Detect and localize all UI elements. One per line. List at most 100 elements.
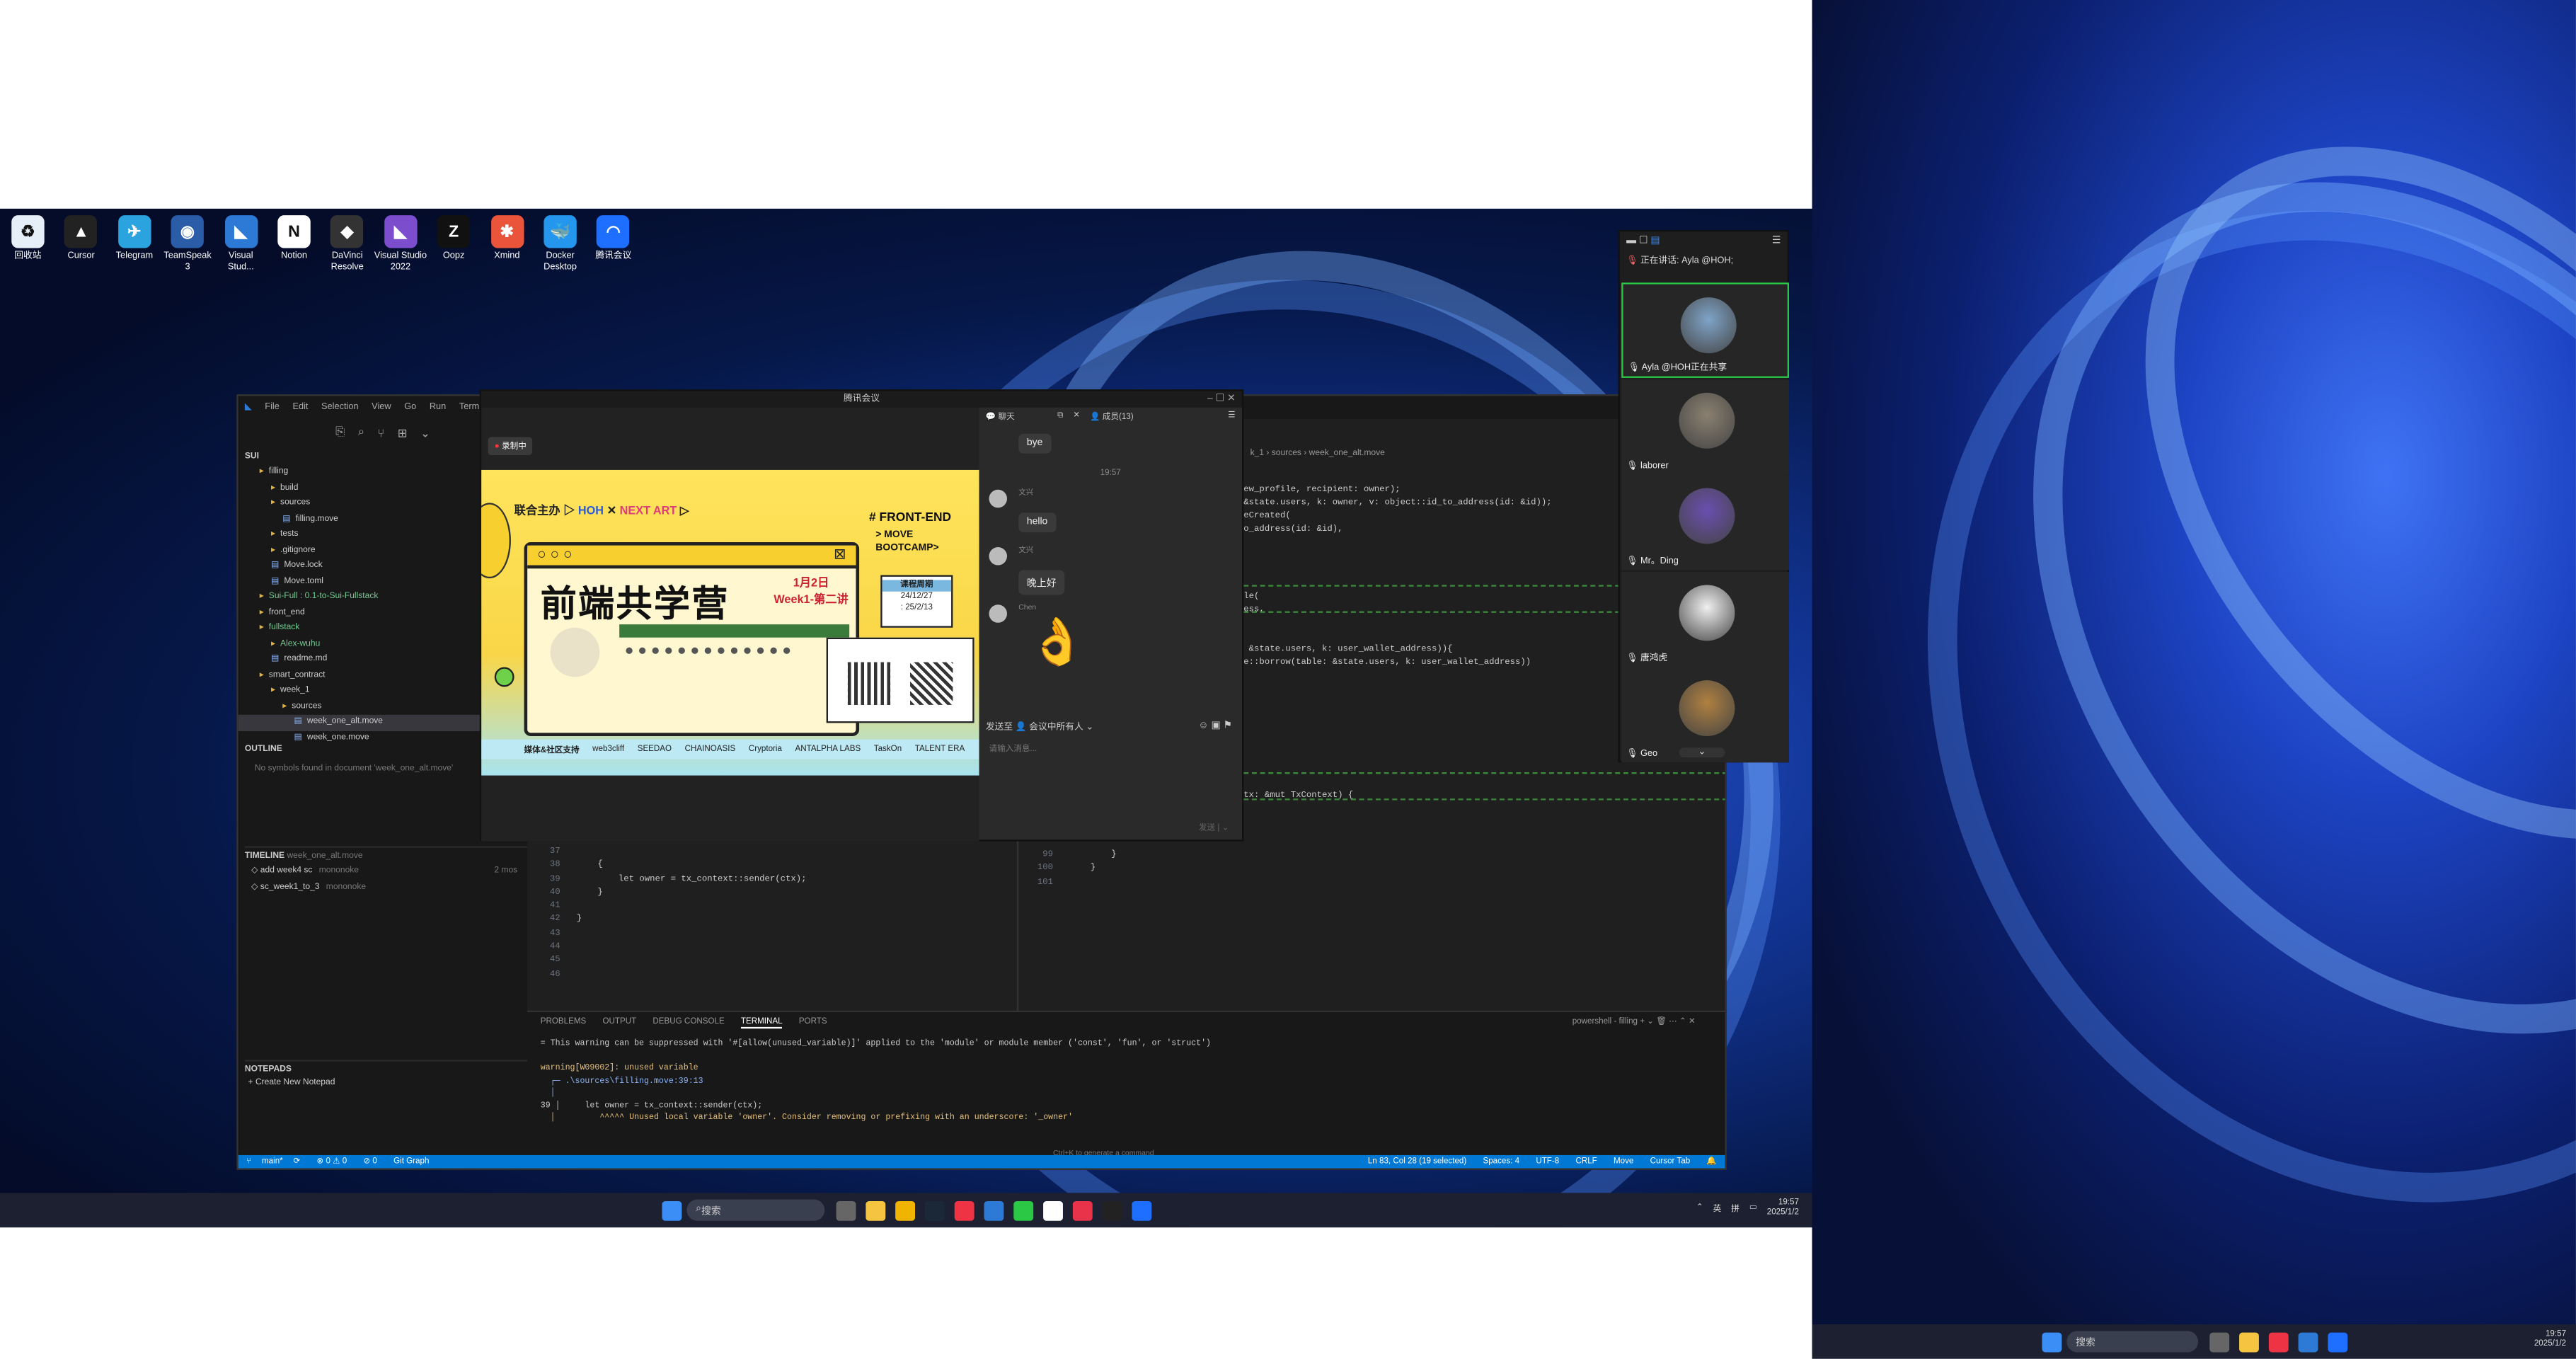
- desktop-icon[interactable]: ◣ Visual Stud...: [214, 215, 267, 275]
- panel-tab-output[interactable]: OUTPUT: [602, 1017, 636, 1027]
- code-line[interactable]: ew_profile, recipient: owner);: [1243, 485, 1551, 498]
- breadcrumb-item[interactable]: k_1: [1250, 449, 1264, 459]
- chat-input[interactable]: 请输入消息...: [989, 742, 1037, 755]
- menu-run[interactable]: Run: [430, 403, 446, 413]
- code-line[interactable]: [1243, 551, 1551, 565]
- app-icon[interactable]: [1071, 1200, 1092, 1220]
- terminal-selector[interactable]: powershell - filling + ⌄ 🗑 ⋯ ⌃ ✕: [1572, 1017, 1696, 1027]
- code-line[interactable]: 46: [527, 969, 806, 982]
- code-line[interactable]: 37: [527, 847, 806, 860]
- meeting-icon[interactable]: [2327, 1331, 2347, 1352]
- desktop-icon[interactable]: Z Oopz: [427, 215, 480, 263]
- participant-tile[interactable]: 🎙 Ayla @HOH正在共享: [1621, 282, 1790, 378]
- branch-status[interactable]: ⑂ main* ⟳: [246, 1157, 300, 1166]
- terminal-output[interactable]: = This warning can be suppressed with '#…: [527, 1032, 1725, 1131]
- desktop-icon[interactable]: N Notion: [268, 215, 320, 263]
- send-to-selector[interactable]: 发送至 👤 会议中所有人 ⌄: [986, 720, 1093, 733]
- menu-icon[interactable]: ☰: [1772, 235, 1781, 246]
- code-line[interactable]: &state.users, k: owner, v: object::id_to…: [1243, 498, 1551, 512]
- desktop-icon[interactable]: ✱ Xmind: [481, 215, 533, 263]
- bell-icon[interactable]: 🔔: [1706, 1157, 1716, 1166]
- indent-status[interactable]: Spaces: 4: [1483, 1157, 1519, 1166]
- right-editor[interactable]: ew_profile, recipient: owner); &state.use…: [1243, 485, 1551, 804]
- ime-indicator[interactable]: 英: [1713, 1202, 1722, 1213]
- desktop-icon[interactable]: ▲ Cursor: [55, 215, 108, 263]
- ime-mode[interactable]: 拼: [1731, 1202, 1740, 1213]
- desktop-icon[interactable]: ♻ 回收站: [1, 215, 54, 263]
- panel-tab-problems[interactable]: PROBLEMS: [541, 1017, 587, 1027]
- avatar[interactable]: [989, 489, 1008, 508]
- left-editor[interactable]: 37 38 {39 let owner = tx_context::sender(…: [527, 847, 807, 983]
- code-line[interactable]: 40 }: [527, 887, 806, 900]
- timeline-item[interactable]: ◇ add week4 sc mononoke 2 mos: [251, 863, 517, 879]
- code-line[interactable]: [1243, 777, 1551, 791]
- scroll-down-button[interactable]: ⌄: [1679, 747, 1725, 758]
- recording-badge[interactable]: ● 录制中: [488, 437, 534, 456]
- window-controls[interactable]: – ☐ ✕: [1207, 393, 1236, 404]
- clock[interactable]: 19:57 2025/1/2: [2534, 1329, 2566, 1349]
- code-line[interactable]: 99 }: [1020, 849, 1116, 863]
- message-text[interactable]: 晚上好: [1018, 570, 1065, 595]
- desktop-icon[interactable]: ◆ DaVinci Resolve: [321, 215, 374, 275]
- code-line[interactable]: [1243, 751, 1551, 764]
- code-line[interactable]: le(: [1243, 591, 1551, 604]
- desktop-icon[interactable]: ◉ TeamSpeak 3: [161, 215, 214, 275]
- git-graph-status[interactable]: Git Graph: [393, 1157, 429, 1166]
- taskbar-search[interactable]: ⌕ 搜索: [686, 1199, 824, 1221]
- message-text[interactable]: bye: [1018, 433, 1051, 454]
- message-text[interactable]: hello: [1018, 512, 1056, 533]
- timeline-item[interactable]: ◇ sc_week1_to_3 mononoke: [251, 879, 517, 895]
- explorer-icon[interactable]: [895, 1200, 914, 1220]
- code-line[interactable]: [1243, 538, 1551, 551]
- desktop-icon[interactable]: 🐳 Docker Desktop: [534, 215, 586, 275]
- avatar[interactable]: [989, 604, 1008, 623]
- code-line[interactable]: [1243, 671, 1551, 684]
- tab-members[interactable]: 👤 成员(13): [1090, 410, 1134, 422]
- desktop-icon[interactable]: ◣ Visual Studio 2022: [374, 215, 427, 275]
- tab-chat[interactable]: 💬 聊天: [986, 410, 1015, 422]
- breadcrumb-item[interactable]: week_one_alt.move: [1309, 449, 1385, 459]
- code-line[interactable]: 43: [527, 928, 806, 941]
- menu-go[interactable]: Go: [404, 403, 416, 413]
- code-line[interactable]: 38 {: [527, 860, 806, 873]
- breadcrumb-item[interactable]: sources: [1272, 449, 1301, 459]
- search-icon[interactable]: ⌕: [358, 428, 364, 441]
- taskview-icon[interactable]: [835, 1200, 856, 1220]
- code-line[interactable]: eCreated(: [1243, 511, 1551, 524]
- chrome-icon[interactable]: [953, 1200, 974, 1220]
- source-control-icon[interactable]: ⑂: [377, 428, 384, 440]
- steam-icon[interactable]: [924, 1200, 944, 1220]
- code-line[interactable]: [1243, 565, 1551, 578]
- layout-icon[interactable]: ▤: [1650, 236, 1660, 246]
- code-line[interactable]: o_address(id: &id),: [1243, 524, 1551, 538]
- menu-edit[interactable]: Edit: [292, 403, 308, 413]
- menu-icon[interactable]: ☰: [1228, 411, 1235, 420]
- start-icon[interactable]: [2041, 1331, 2062, 1352]
- panel-tab-ports[interactable]: PORTS: [799, 1017, 827, 1027]
- code-line[interactable]: [1243, 724, 1551, 738]
- tray-chevron-icon[interactable]: ⌃: [1696, 1203, 1703, 1212]
- eol-status[interactable]: CRLF: [1575, 1157, 1597, 1166]
- code-line[interactable]: [1243, 684, 1551, 698]
- menu-view[interactable]: View: [372, 403, 391, 413]
- window-icon[interactable]: ☐: [1639, 236, 1648, 246]
- code-line[interactable]: 45: [527, 956, 806, 969]
- code-line[interactable]: 39 let owner = tx_context::sender(ctx);: [527, 873, 807, 887]
- outline-header[interactable]: OUTLINE: [245, 745, 282, 755]
- code-line[interactable]: 42}: [527, 914, 806, 928]
- code-line[interactable]: [1243, 631, 1551, 644]
- menu-selection[interactable]: Selection: [321, 403, 359, 413]
- extensions-icon[interactable]: ⊞: [398, 428, 408, 440]
- code-line[interactable]: &state.users, k: user_wallet_address)){: [1243, 644, 1551, 658]
- chrome-icon[interactable]: [2267, 1331, 2288, 1352]
- timeline-header[interactable]: TIMELINE: [245, 851, 284, 861]
- chat-tools[interactable]: ☺ ▣ ⚑: [1198, 720, 1232, 731]
- code-line[interactable]: [1243, 697, 1551, 711]
- popout-icon[interactable]: ⧉: [1057, 411, 1063, 420]
- taskview-icon[interactable]: [2209, 1331, 2229, 1352]
- desktop-icon[interactable]: ✈ Telegram: [108, 215, 161, 263]
- desktop-icon[interactable]: ◠ 腾讯会议: [587, 215, 640, 263]
- participant-tile[interactable]: 🎙 laborer: [1621, 379, 1790, 474]
- code-line[interactable]: 44: [527, 941, 806, 955]
- send-button[interactable]: 发送 | ⌄: [1199, 822, 1229, 833]
